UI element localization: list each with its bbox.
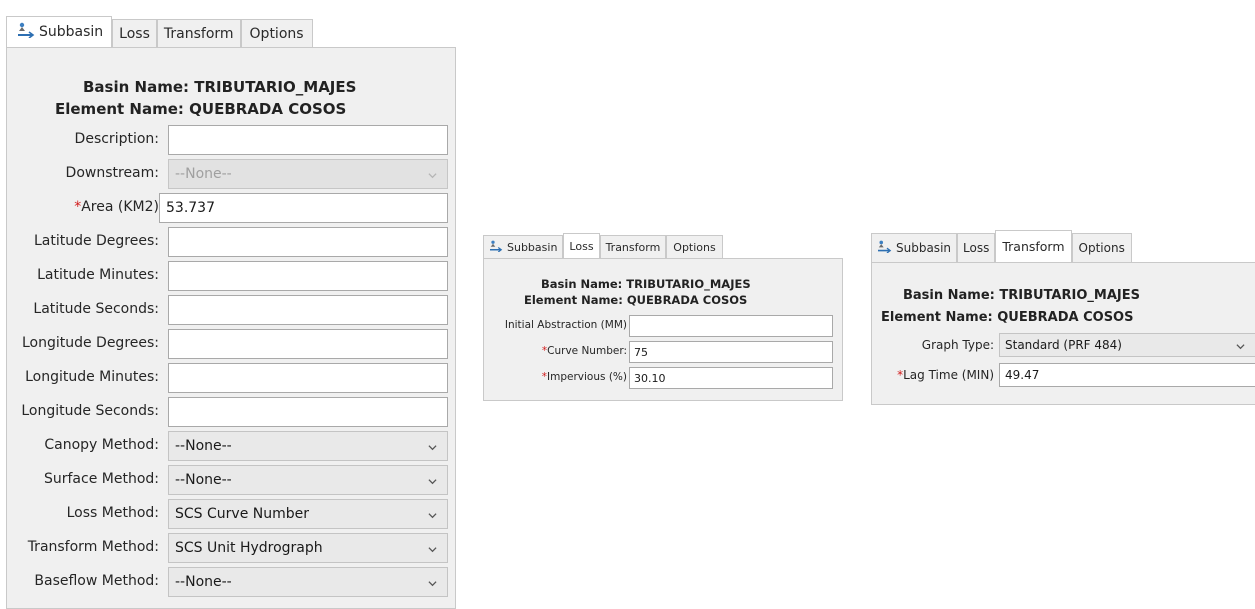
tab-loss-label: Loss	[119, 25, 150, 42]
subbasin-editor-panel: Subbasin Loss Transform Options Basin Na…	[6, 16, 456, 609]
tab-transform-label: Transform	[605, 240, 661, 254]
baseflow-method-label: Baseflow Method:	[34, 573, 159, 589]
tab-loss[interactable]: Loss	[957, 233, 996, 262]
tab-options-label: Options	[249, 25, 304, 42]
transform-method-dropdown[interactable]: SCS Unit Hydrograph	[168, 533, 448, 563]
tab-bar: Subbasin Loss Transform Options	[6, 16, 456, 47]
chevron-down-icon	[428, 547, 437, 553]
tab-options[interactable]: Options	[1071, 233, 1132, 262]
tab-options-label: Options	[1078, 241, 1125, 255]
loss-editor-panel: Subbasin Loss Transform Options Basin Na…	[483, 233, 843, 401]
longitude-minutes-label: Longitude Minutes:	[25, 369, 159, 385]
longitude-minutes-field[interactable]	[168, 363, 448, 393]
longitude-degrees-field[interactable]	[168, 329, 448, 359]
basin-name-heading: Basin Name: TRIBUTARIO_MAJES	[541, 277, 751, 291]
tab-transform-label: Transform	[163, 25, 234, 42]
tab-options[interactable]: Options	[240, 19, 313, 47]
area-label: *Area (KM2)	[7, 199, 159, 215]
basin-name-heading: Basin Name: TRIBUTARIO_MAJES	[903, 288, 1140, 303]
transform-form: Basin Name: TRIBUTARIO_MAJES Element Nam…	[871, 262, 1255, 405]
tab-loss-label: Loss	[569, 239, 594, 253]
tab-loss[interactable]: Loss	[563, 233, 600, 258]
loss-form: Basin Name: TRIBUTARIO_MAJES Element Nam…	[483, 258, 843, 401]
downstream-label: Downstream:	[65, 165, 159, 181]
tab-loss-label: Loss	[963, 241, 990, 255]
transform-method-value: SCS Unit Hydrograph	[175, 540, 323, 556]
downstream-dropdown[interactable]: --None--	[168, 159, 448, 189]
initial-abstraction-field[interactable]	[629, 315, 833, 337]
surface-method-dropdown[interactable]: --None--	[168, 465, 448, 495]
loss-method-label: Loss Method:	[66, 505, 159, 521]
downstream-value: --None--	[175, 166, 232, 182]
tab-transform[interactable]: Transform	[995, 230, 1072, 262]
lag-time-label-text: Lag Time (MIN)	[903, 368, 994, 382]
area-field[interactable]: 53.737	[159, 193, 448, 223]
initial-abstraction-label: Initial Abstraction (MM)	[504, 319, 627, 331]
tab-subbasin[interactable]: Subbasin	[871, 233, 958, 262]
chevron-down-icon	[428, 581, 437, 587]
latitude-seconds-field[interactable]	[168, 295, 448, 325]
latitude-degrees-field[interactable]	[168, 227, 448, 257]
latitude-degrees-label: Latitude Degrees:	[33, 233, 159, 249]
chevron-down-icon	[1236, 344, 1245, 350]
chevron-down-icon	[428, 479, 437, 485]
surface-method-label: Surface Method:	[43, 471, 159, 487]
curve-number-label-text: Curve Number:	[547, 345, 627, 357]
description-label: Description:	[74, 131, 159, 147]
lag-time-label: *Lag Time (MIN)	[872, 368, 994, 382]
graph-type-dropdown[interactable]: Standard (PRF 484)	[999, 333, 1255, 357]
longitude-seconds-label: Longitude Seconds:	[21, 403, 159, 419]
canopy-method-label: Canopy Method:	[44, 437, 159, 453]
tab-transform-label: Transform	[1002, 239, 1065, 254]
subbasin-form: Basin Name: TRIBUTARIO_MAJES Element Nam…	[6, 47, 456, 609]
curve-number-field[interactable]: 75	[629, 341, 833, 363]
tab-subbasin-label: Subbasin	[507, 240, 558, 254]
tab-transform[interactable]: Transform	[156, 19, 241, 47]
tab-bar: Subbasin Loss Transform Options	[871, 230, 1255, 262]
area-label-text: Area (KM2)	[81, 199, 159, 215]
tab-loss[interactable]: Loss	[112, 19, 157, 47]
tab-subbasin[interactable]: Subbasin	[6, 16, 113, 47]
latitude-minutes-field[interactable]	[168, 261, 448, 291]
curve-number-label: *Curve Number:	[484, 345, 627, 357]
chevron-down-icon	[428, 173, 437, 179]
tab-bar: Subbasin Loss Transform Options	[483, 233, 843, 258]
impervious-field[interactable]: 30.10	[629, 367, 833, 389]
surface-method-value: --None--	[175, 472, 232, 488]
chevron-down-icon	[428, 513, 437, 519]
lag-time-field[interactable]: 49.47	[999, 363, 1255, 387]
subbasin-icon	[17, 22, 35, 42]
basin-name-heading: Basin Name: TRIBUTARIO_MAJES	[83, 78, 357, 96]
tab-subbasin[interactable]: Subbasin	[483, 235, 564, 258]
tab-subbasin-label: Subbasin	[896, 241, 952, 255]
impervious-label-text: Impervious (%)	[547, 371, 627, 383]
tab-options-label: Options	[673, 240, 716, 254]
element-name-heading: Element Name: QUEBRADA COSOS	[55, 100, 347, 118]
longitude-seconds-field[interactable]	[168, 397, 448, 427]
longitude-degrees-label: Longitude Degrees:	[21, 335, 159, 351]
canopy-method-value: --None--	[175, 438, 232, 454]
baseflow-method-dropdown[interactable]: --None--	[168, 567, 448, 597]
subbasin-icon	[489, 240, 503, 255]
element-name-heading: Element Name: QUEBRADA COSOS	[881, 310, 1134, 325]
tab-transform[interactable]: Transform	[599, 235, 667, 258]
canopy-method-dropdown[interactable]: --None--	[168, 431, 448, 461]
loss-method-dropdown[interactable]: SCS Curve Number	[168, 499, 448, 529]
chevron-down-icon	[428, 445, 437, 451]
tab-options[interactable]: Options	[666, 235, 723, 258]
latitude-minutes-label: Latitude Minutes:	[37, 267, 159, 283]
transform-editor-panel: Subbasin Loss Transform Options Basin Na…	[871, 230, 1255, 405]
subbasin-icon	[877, 240, 892, 256]
graph-type-value: Standard (PRF 484)	[1005, 338, 1122, 352]
tab-subbasin-label: Subbasin	[39, 24, 104, 40]
loss-method-value: SCS Curve Number	[175, 506, 309, 522]
element-name-heading: Element Name: QUEBRADA COSOS	[524, 293, 748, 307]
latitude-seconds-label: Latitude Seconds:	[33, 301, 159, 317]
impervious-label: *Impervious (%)	[484, 371, 627, 383]
baseflow-method-value: --None--	[175, 574, 232, 590]
graph-type-label: Graph Type:	[921, 338, 994, 352]
description-field[interactable]	[168, 125, 448, 155]
transform-method-label: Transform Method:	[27, 539, 159, 555]
